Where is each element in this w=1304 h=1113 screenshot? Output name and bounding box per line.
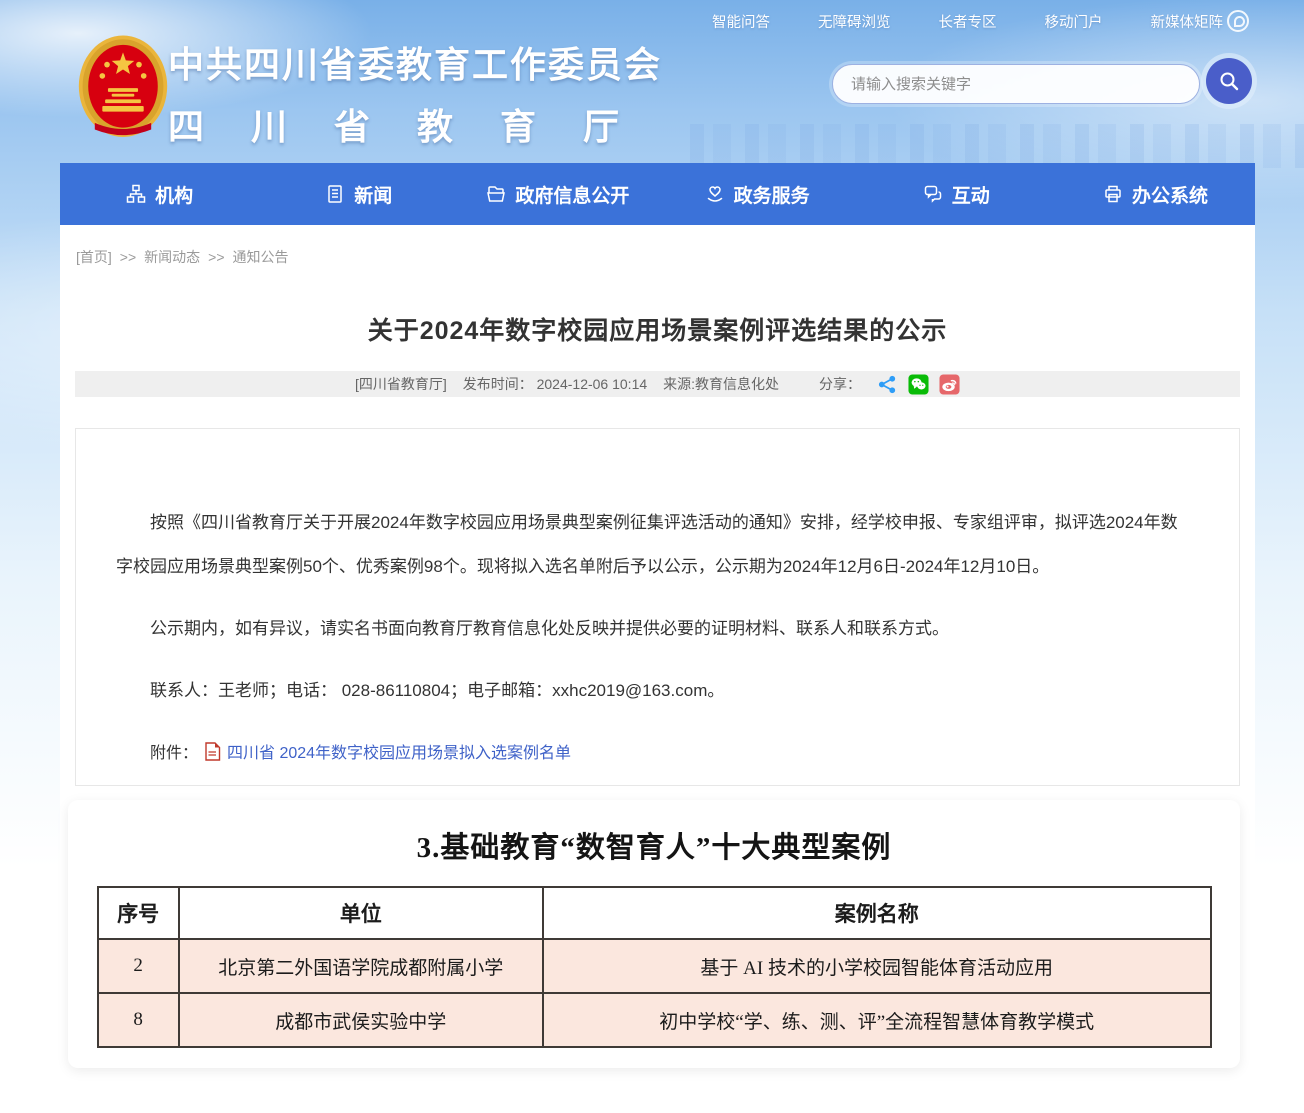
nav-item-services[interactable]: 政务服务 [658, 163, 857, 225]
search-input[interactable] [832, 64, 1200, 104]
breadcrumb-separator: >> [208, 249, 224, 265]
breadcrumb-home[interactable]: [首页] [76, 247, 112, 267]
article-title: 关于2024年数字校园应用场景案例评选结果的公示 [60, 311, 1255, 347]
case-list-card: 3.基础教育“数智育人”十大典型案例 序号 单位 案例名称 2 北京第二外国语学… [68, 800, 1240, 1068]
case-table: 序号 单位 案例名称 2 北京第二外国语学院成都附属小学 基于 AI 技术的小学… [97, 886, 1212, 1048]
chat-icon [923, 184, 943, 204]
share-icons [877, 374, 960, 395]
org-chart-icon [126, 184, 146, 204]
nav-item-label: 政府信息公开 [515, 181, 629, 208]
cell-no: 8 [98, 993, 179, 1047]
page-background: 智能问答 无障碍浏览 长者专区 移动门户 新媒体矩阵 中共四川省委教育工作委员会 [0, 0, 1304, 1113]
meta-publish-time: 2024-12-06 10:14 [537, 376, 648, 392]
nav-item-office[interactable]: 办公系统 [1056, 163, 1255, 225]
article-paragraph: 公示期内，如有异议，请实名书面向教育厅教育信息化处反映并提供必要的证明材料、联系… [116, 607, 1191, 651]
nav-item-org[interactable]: 机构 [60, 163, 259, 225]
attachment-link[interactable]: 四川省 2024年数字校园应用场景拟入选案例名单 [227, 739, 571, 763]
pdf-icon [204, 742, 221, 761]
table-header-row: 序号 单位 案例名称 [98, 887, 1211, 939]
search-icon [1218, 70, 1240, 92]
national-emblem-icon [76, 32, 170, 148]
nav-item-gov-info[interactable]: 政府信息公开 [458, 163, 657, 225]
gov-info-icon [486, 184, 506, 204]
article-meta-bar: [四川省教育厅] 发布时间： 2024-12-06 10:14 来源:教育信息化… [75, 371, 1240, 397]
primary-nav: 机构 新闻 政府信息公开 [60, 163, 1255, 225]
cell-no: 2 [98, 939, 179, 993]
nav-item-label: 机构 [155, 181, 193, 208]
attachment-line: 附件： 四川省 2024年数字校园应用场景拟入选案例名单 [150, 739, 1191, 763]
nav-item-interact[interactable]: 互动 [857, 163, 1056, 225]
weibo-icon[interactable] [939, 374, 960, 395]
nav-item-label: 政务服务 [734, 181, 810, 208]
nav-item-label: 新闻 [354, 181, 392, 208]
meta-publish: 发布时间： 2024-12-06 10:14 [463, 374, 647, 394]
site-header: 中共四川省委教育工作委员会 四川省教育厅 [60, 28, 1255, 162]
main-content: [首页] >> 新闻动态 >> 通知公告 关于2024年数字校园应用场景案例评选… [60, 225, 1255, 1113]
breadcrumb-separator: >> [120, 249, 136, 265]
share-nodes-icon[interactable] [877, 374, 898, 395]
meta-origin: 来源:教育信息化处 [663, 374, 779, 394]
news-icon [325, 184, 345, 204]
breadcrumb-news[interactable]: 新闻动态 [144, 247, 200, 267]
org-title: 中共四川省委教育工作委员会 [168, 36, 666, 88]
meta-source-tag: [四川省教育厅] [355, 374, 447, 394]
service-heart-icon [705, 184, 725, 204]
breadcrumb: [首页] >> 新闻动态 >> 通知公告 [76, 247, 289, 267]
cell-unit: 成都市武侯实验中学 [179, 993, 543, 1047]
article-paragraph: 按照《四川省教育厅关于开展2024年数字校园应用场景典型案例征集评选活动的通知》… [116, 501, 1191, 589]
wechat-icon[interactable] [908, 374, 929, 395]
site-titles: 中共四川省委教育工作委员会 四川省教育厅 [168, 36, 666, 150]
table-row: 8 成都市武侯实验中学 初中学校“学、练、测、评”全流程智慧体育教学模式 [98, 993, 1211, 1047]
dept-title: 四川省教育厅 [168, 98, 666, 150]
cell-unit: 北京第二外国语学院成都附属小学 [179, 939, 543, 993]
cell-case: 初中学校“学、练、测、评”全流程智慧体育教学模式 [543, 993, 1211, 1047]
table-header-case: 案例名称 [543, 887, 1211, 939]
breadcrumb-notice[interactable]: 通知公告 [233, 247, 289, 267]
article-body: 按照《四川省教育厅关于开展2024年数字校园应用场景典型案例征集评选活动的通知》… [75, 428, 1240, 786]
nav-item-news[interactable]: 新闻 [259, 163, 458, 225]
nav-item-label: 办公系统 [1132, 181, 1208, 208]
meta-publish-label: 发布时间： [463, 376, 533, 392]
city-skyline-decoration [690, 124, 1304, 168]
article-paragraph: 联系人：王老师；电话： 028-86110804；电子邮箱：xxhc2019@1… [116, 669, 1191, 713]
table-header-unit: 单位 [179, 887, 543, 939]
search-button[interactable] [1206, 58, 1252, 104]
table-row: 2 北京第二外国语学院成都附属小学 基于 AI 技术的小学校园智能体育活动应用 [98, 939, 1211, 993]
cell-case: 基于 AI 技术的小学校园智能体育活动应用 [543, 939, 1211, 993]
attachment-label: 附件： [150, 739, 198, 763]
case-section-title: 3.基础教育“数智育人”十大典型案例 [68, 824, 1240, 866]
meta-share-label: 分享： [819, 374, 861, 394]
table-header-no: 序号 [98, 887, 179, 939]
nav-item-label: 互动 [952, 181, 990, 208]
office-system-icon [1103, 184, 1123, 204]
